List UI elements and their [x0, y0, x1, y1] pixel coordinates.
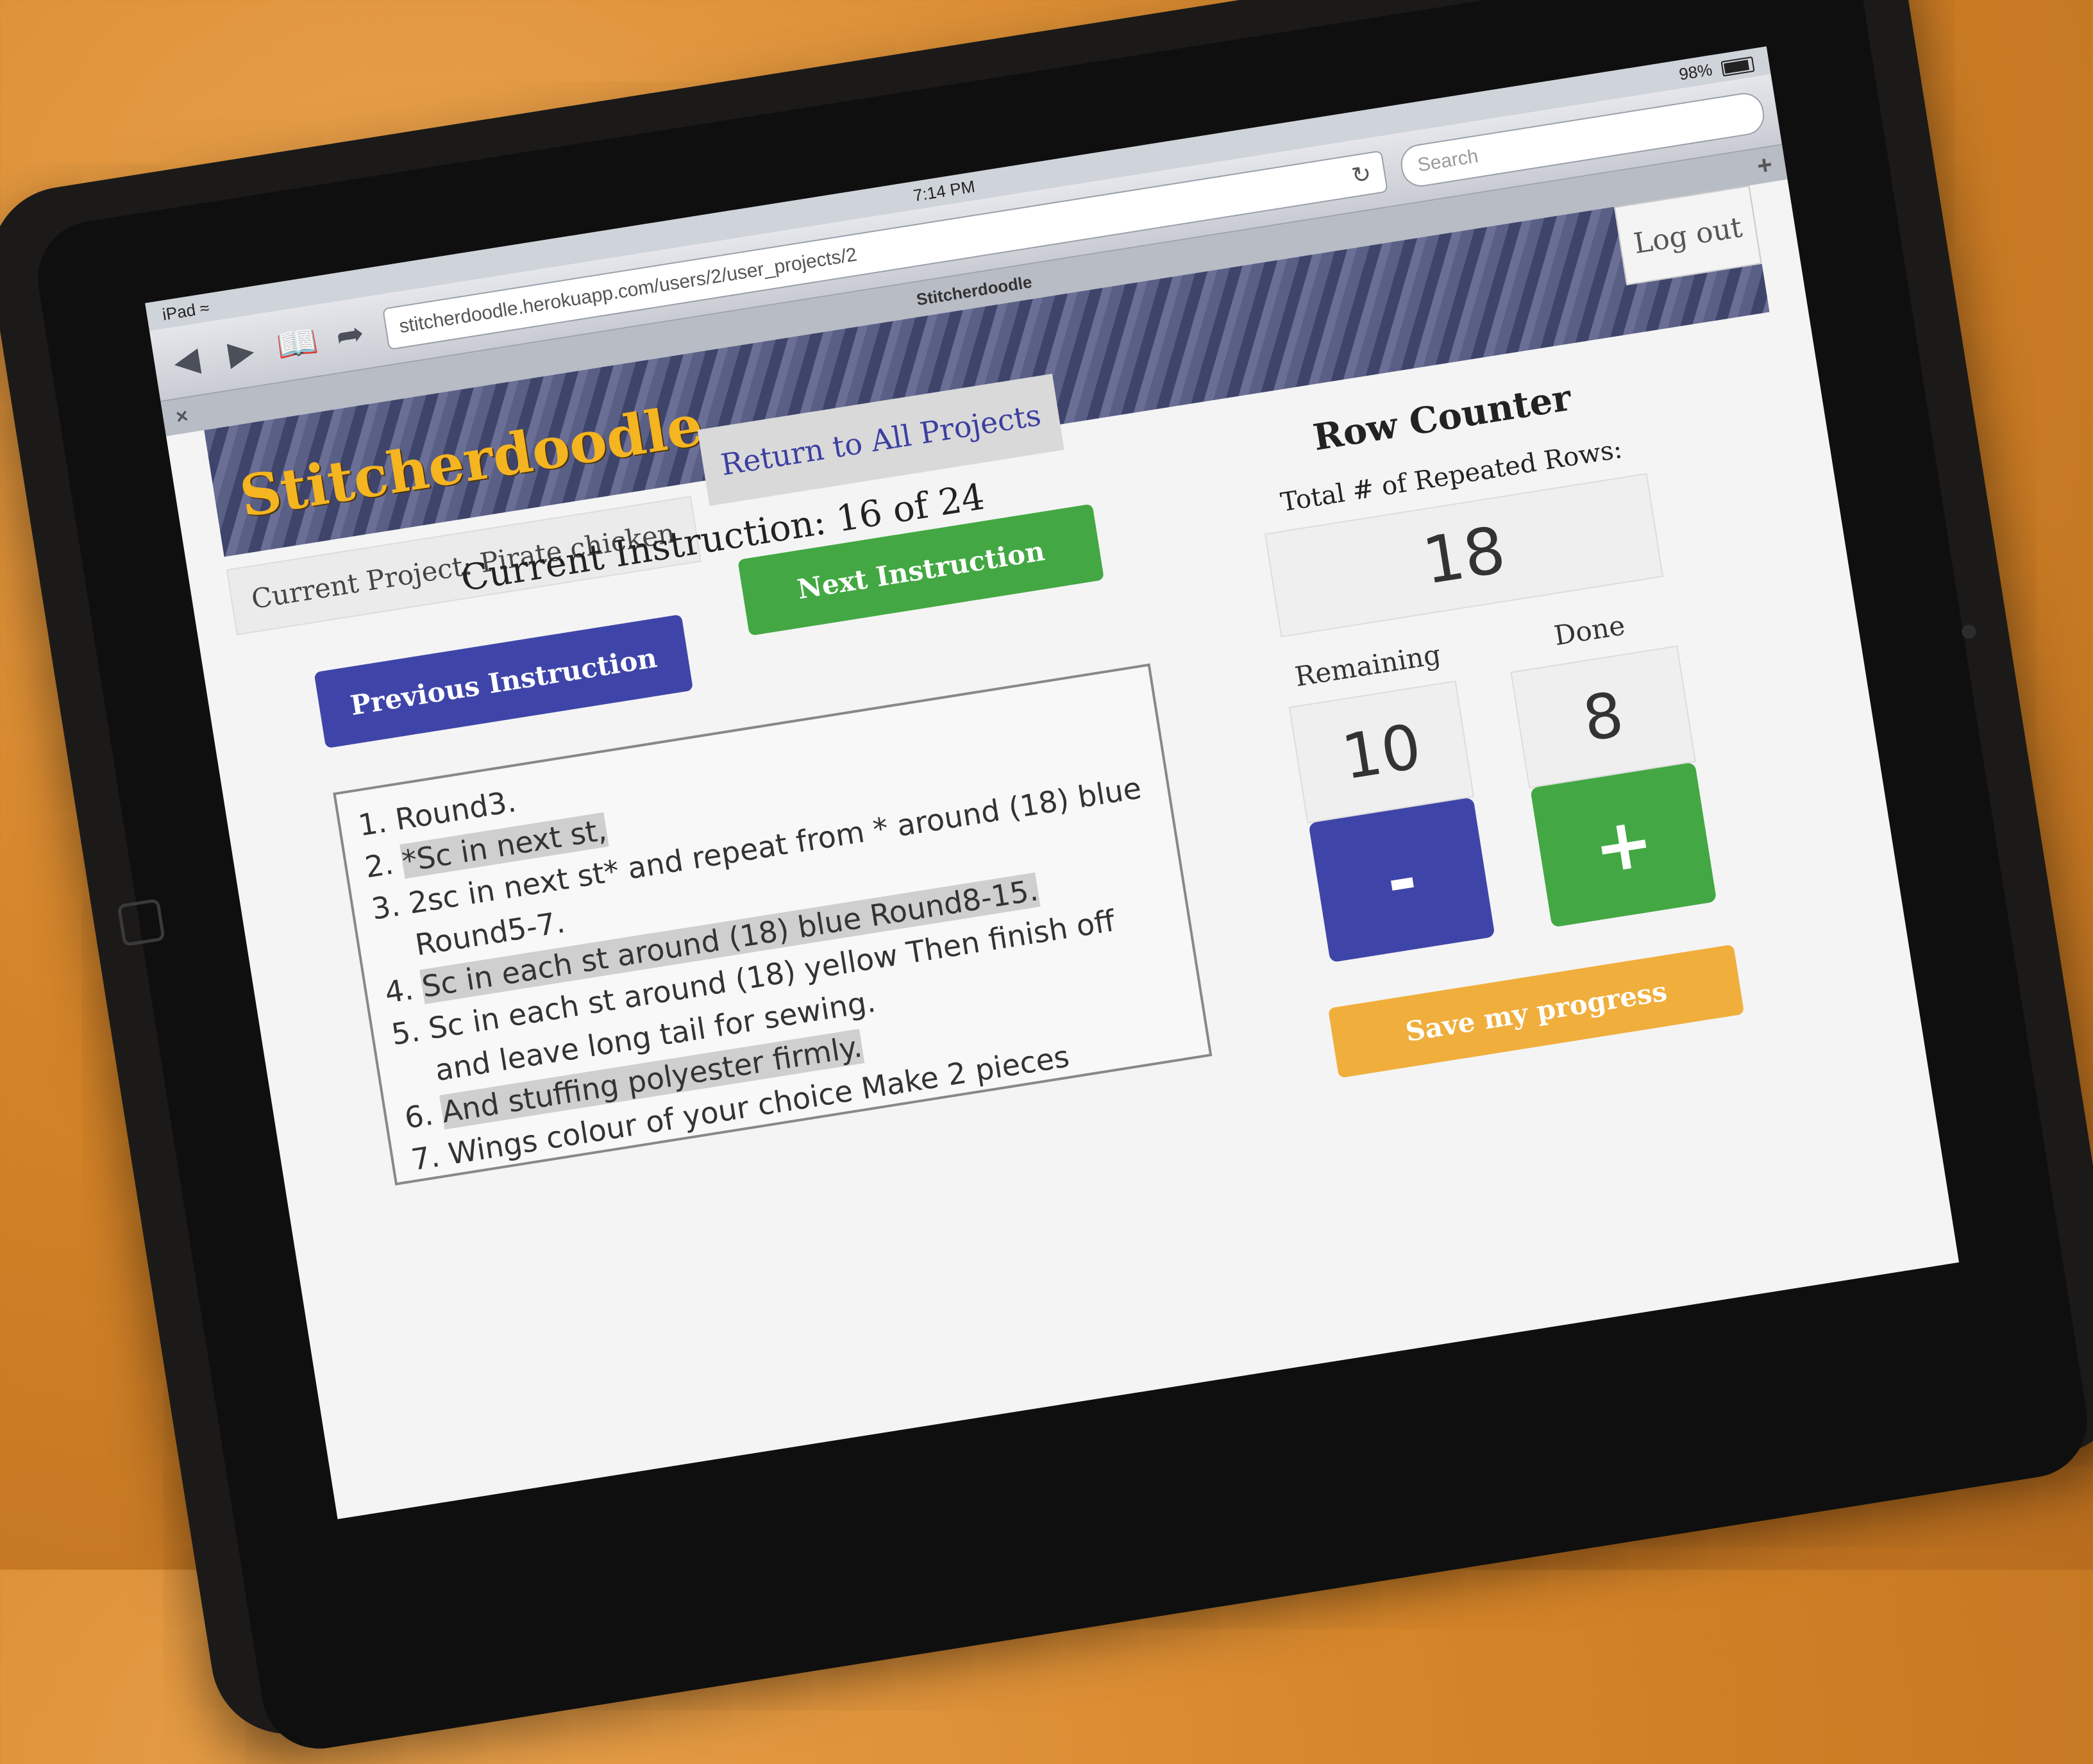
home-button[interactable] [117, 898, 165, 947]
ipad-device: iPad ≈ 7:14 PM 98% ◀ ▶ 📖 ➦ stitcherdoodl… [0, 0, 2093, 1757]
wifi-icon: ≈ [198, 297, 211, 318]
battery-percent: 98% [1677, 59, 1714, 84]
counter-columns: Remaining 10 - Done 8 + [1254, 598, 1745, 968]
back-icon[interactable]: ◀ [165, 339, 209, 383]
screen: iPad ≈ 7:14 PM 98% ◀ ▶ 📖 ➦ stitcherdoodl… [145, 46, 1960, 1520]
increment-button[interactable]: + [1530, 762, 1717, 928]
battery-icon [1720, 56, 1755, 77]
status-left: iPad ≈ [161, 298, 211, 324]
done-column: Done 8 + [1499, 601, 1724, 928]
share-icon[interactable]: ➦ [328, 313, 373, 357]
save-progress-button[interactable]: Save my progress [1327, 944, 1745, 1079]
row-counter-panel: Row Counter Total # of Repeated Rows: 18… [1217, 362, 1770, 1129]
decrement-button[interactable]: - [1308, 797, 1495, 963]
device-name: iPad [160, 299, 198, 324]
instruction-list-box[interactable]: Round3. *Sc in next st, 2sc in next st* … [333, 663, 1213, 1186]
bookmarks-icon[interactable]: 📖 [274, 321, 321, 365]
forward-icon[interactable]: ▶ [219, 330, 264, 374]
search-placeholder: Search [1416, 145, 1480, 176]
previous-instruction-button[interactable]: Previous Instruction [314, 614, 694, 749]
remaining-column: Remaining 10 - [1277, 636, 1502, 964]
reload-icon[interactable]: ↻ [1350, 160, 1373, 189]
instruction-list: Round3. *Sc in next st, 2sc in next st* … [357, 682, 1191, 1181]
